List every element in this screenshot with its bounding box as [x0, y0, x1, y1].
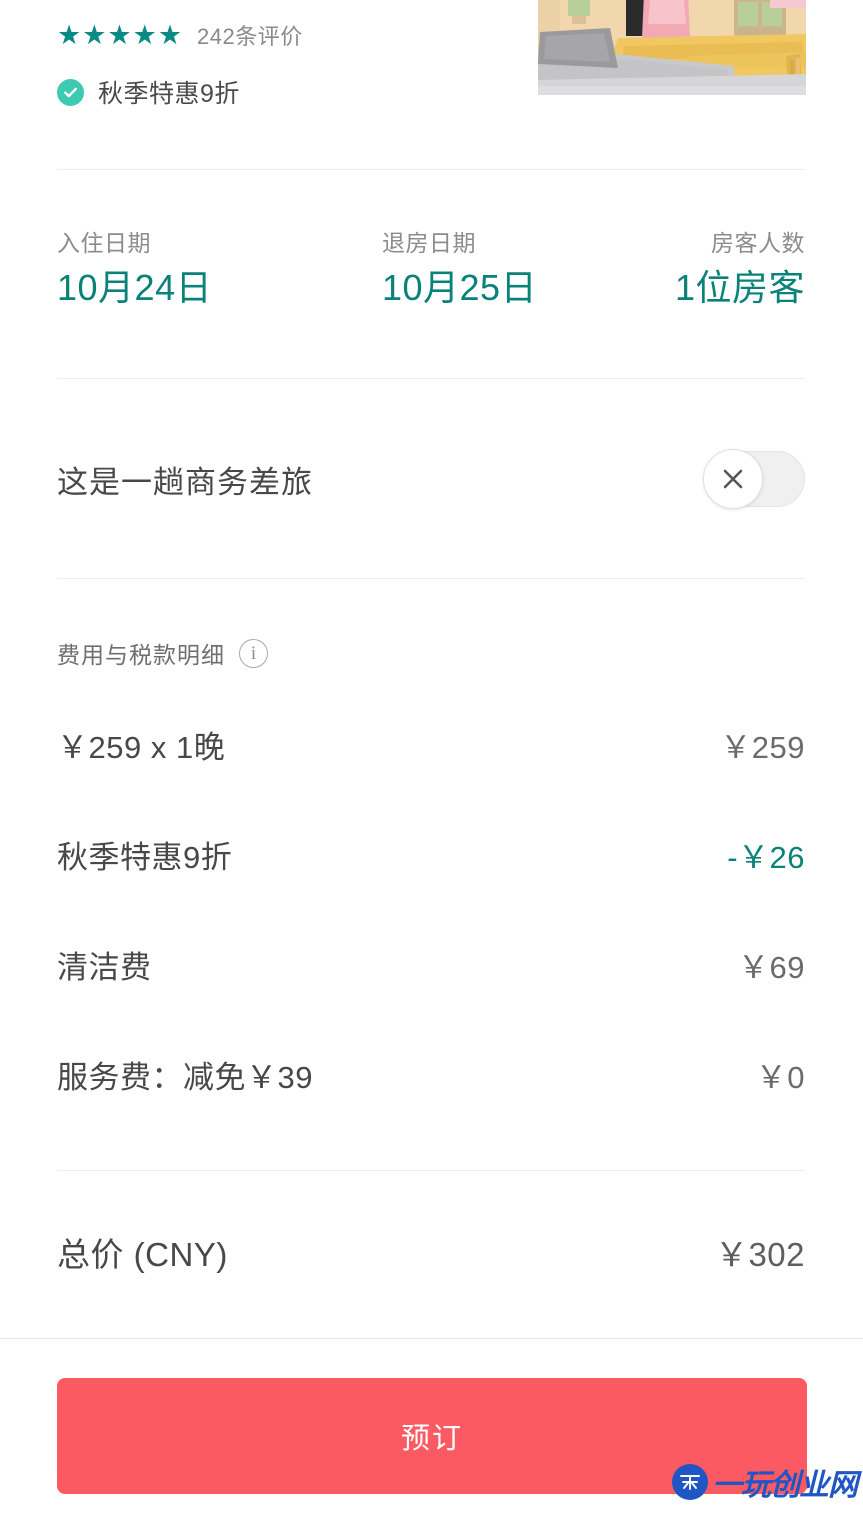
close-icon — [723, 469, 743, 489]
divider-total — [57, 1170, 805, 1171]
checkin-value: 10月24日 — [57, 267, 213, 308]
fee-name: ￥259 x 1晚 — [57, 730, 226, 765]
fee-header-label: 费用与税款明细 — [57, 642, 225, 668]
fee-name: 秋季特惠9折 — [57, 840, 233, 875]
fee-amount: -￥26 — [727, 840, 805, 875]
divider-trip — [57, 378, 805, 379]
divider-summary — [57, 169, 805, 170]
fee-amount: ￥259 — [720, 730, 805, 765]
table-row: 服务费：减免￥39 ￥0 — [57, 1052, 805, 1162]
table-row: 秋季特惠9折 -￥26 — [57, 832, 805, 942]
watermark-logo-icon — [672, 1464, 708, 1500]
checkout-cell[interactable]: 退房日期 10月25日 — [382, 228, 537, 310]
business-trip-toggle[interactable] — [703, 449, 805, 509]
rating-row: ★★★★★ 242条评价 — [57, 18, 497, 52]
checkout-label: 退房日期 — [381, 230, 476, 256]
watermark: 一玩创业网 — [672, 1461, 858, 1503]
guests-value: 1位房客 — [674, 267, 805, 308]
total-row: 总价 (CNY) ￥302 — [57, 1228, 805, 1276]
info-icon[interactable]: i — [239, 638, 268, 668]
listing-thumbnail[interactable] — [538, 0, 806, 95]
review-count-label[interactable]: 242条评价 — [197, 19, 303, 51]
checkout-value: 10月25日 — [381, 267, 538, 308]
checkin-cell[interactable]: 入住日期 10月24日 — [57, 228, 212, 310]
guests-cell[interactable]: 房客人数 1位房客 — [675, 228, 805, 310]
fee-name: 清洁费 — [57, 950, 152, 985]
listing-summary-text: ★★★★★ 242条评价 秋季特惠9折 — [57, 18, 497, 110]
business-trip-row: 这是一趟商务差旅 — [57, 448, 805, 510]
trip-details-row: 入住日期 10月24日 退房日期 10月25日 房客人数 1位房客 — [57, 228, 805, 310]
divider-footer — [0, 1338, 863, 1339]
total-label: 总价 (CNY) — [57, 1236, 228, 1273]
guests-label: 房客人数 — [711, 230, 805, 256]
fee-breakdown-header: 费用与税款明细 i — [57, 636, 268, 670]
listing-summary: ★★★★★ 242条评价 秋季特惠9折 — [0, 0, 863, 150]
total-amount: ￥302 — [714, 1236, 805, 1273]
fee-amount: ￥69 — [738, 950, 805, 985]
table-row: ￥259 x 1晚 ￥259 — [57, 722, 805, 832]
booking-checkout-screen: ★★★★★ 242条评价 秋季特惠9折 入住日期 10月24日 退房日期 10月… — [0, 0, 863, 1515]
table-row: 清洁费 ￥69 — [57, 942, 805, 1052]
check-circle-icon — [57, 78, 84, 106]
promo-row: 秋季特惠9折 — [57, 74, 497, 110]
business-trip-label: 这是一趟商务差旅 — [57, 464, 313, 500]
toggle-knob — [703, 449, 763, 509]
star-rating-icon: ★★★★★ — [57, 19, 184, 50]
checkin-label: 入住日期 — [57, 230, 151, 256]
promo-label: 秋季特惠9折 — [98, 80, 240, 108]
fee-list: ￥259 x 1晚 ￥259 秋季特惠9折 -￥26 清洁费 ￥69 服务费：减… — [57, 722, 805, 1162]
fee-amount: ￥0 — [755, 1060, 805, 1095]
watermark-text: 一玩创业网 — [712, 1469, 858, 1502]
divider-toggle — [57, 578, 805, 579]
fee-name: 服务费：减免￥39 — [57, 1060, 313, 1095]
